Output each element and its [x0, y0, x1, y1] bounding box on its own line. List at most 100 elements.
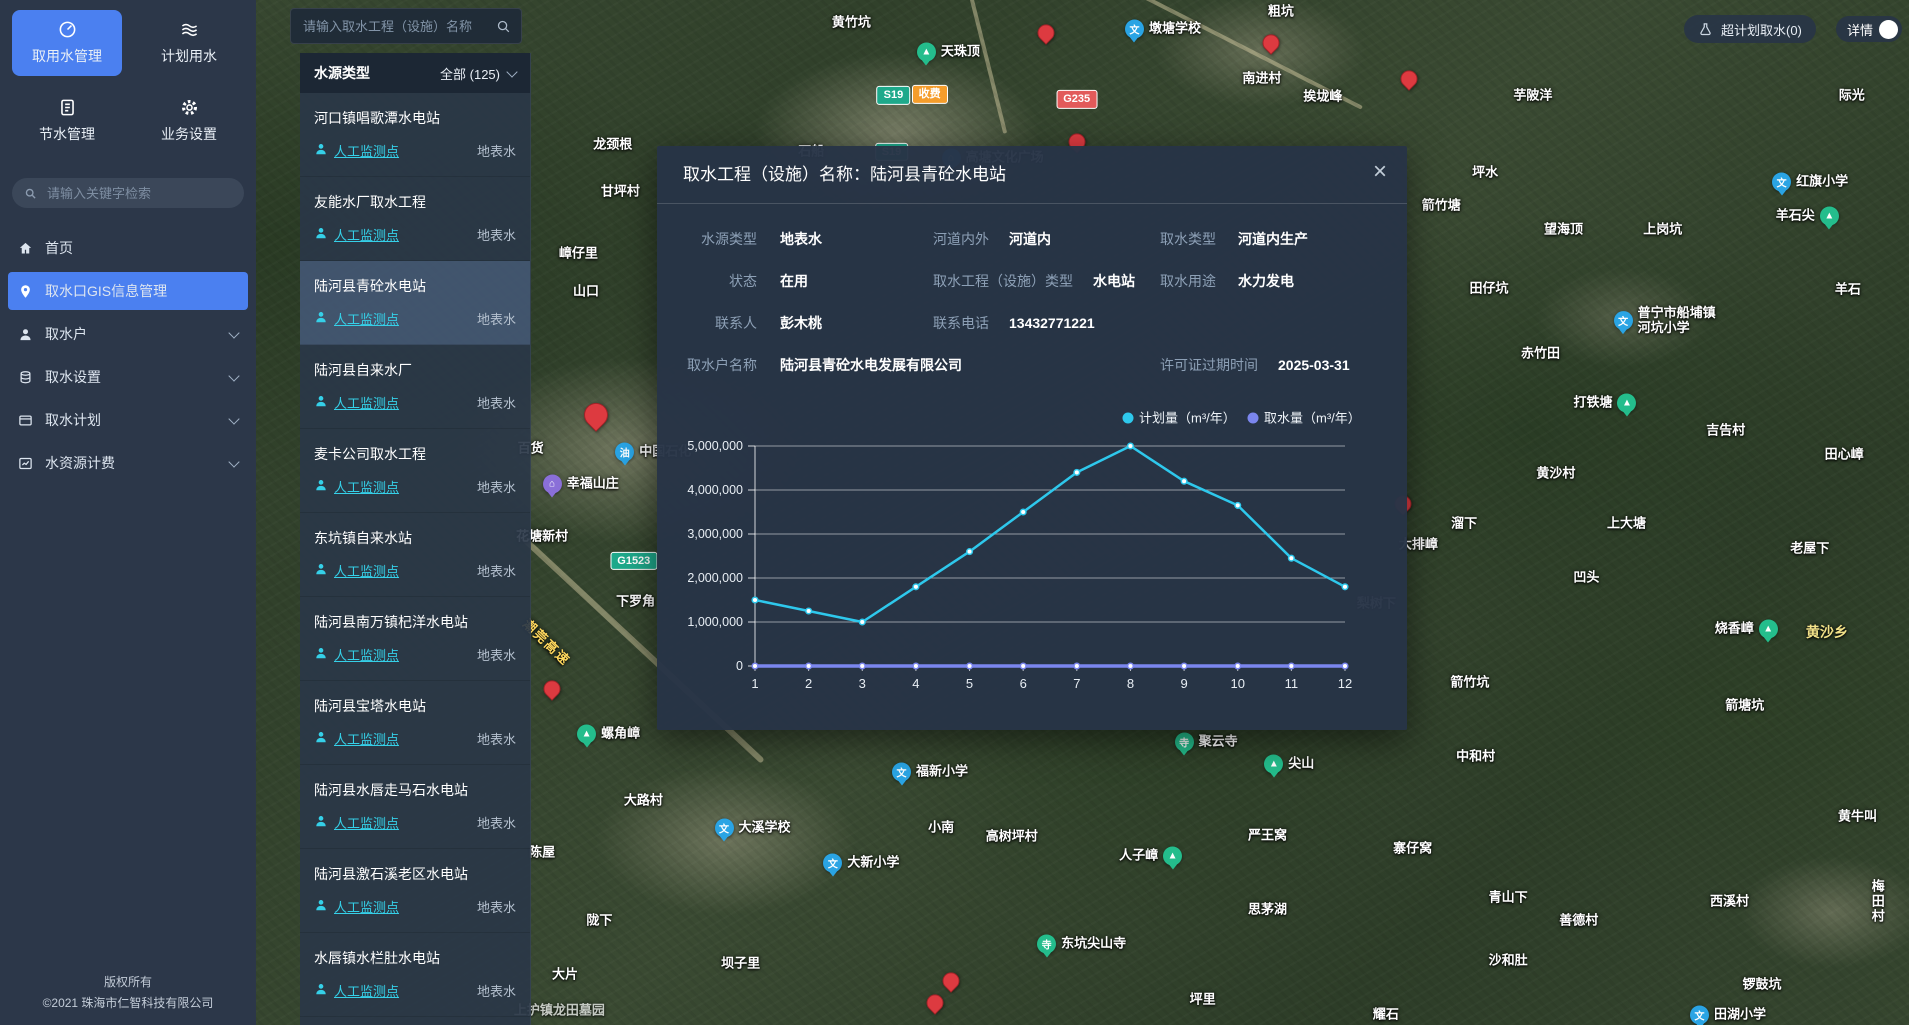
poi-pin-icon[interactable]: 文 [1690, 1005, 1709, 1024]
map-poi[interactable]: 寺东坑尖山寺 [1037, 935, 1126, 954]
close-icon[interactable]: × [1373, 160, 1387, 184]
map-poi[interactable]: 文福新小学 [892, 762, 968, 781]
map-poi[interactable]: ▲尖山 [1264, 754, 1314, 773]
road-line [942, 0, 1006, 134]
map-pin-red[interactable] [923, 990, 947, 1014]
map-label: 沙和肚 [1489, 954, 1528, 969]
poi-pin-icon[interactable]: 文 [715, 819, 734, 838]
field-label: 河道内外 [933, 229, 989, 249]
map-poi[interactable]: 文大新小学 [823, 854, 899, 873]
poi-label: 打铁塘 [1573, 395, 1612, 410]
map-poi[interactable]: 寺聚云寺 [1175, 733, 1238, 752]
map-poi[interactable]: ▲烧香嶂 [1715, 620, 1778, 639]
over-plan-intake-button[interactable]: 超计划取水(0) [1684, 15, 1816, 43]
poi-pin-icon[interactable]: ▲ [1264, 754, 1283, 773]
sidebar-item-water-users[interactable]: 取水户 [8, 315, 248, 353]
map-pin-red[interactable] [1259, 31, 1283, 55]
poi-pin-icon[interactable]: 文 [1614, 311, 1633, 330]
map-poi[interactable]: ▲人子嶂 [1119, 846, 1182, 865]
monitor-type-link[interactable]: 人工监测点 [334, 561, 399, 580]
poi-pin-icon[interactable]: 寺 [1175, 733, 1194, 752]
poi-pin-icon[interactable]: ⌂ [543, 474, 562, 493]
copyright-line2: ©2021 珠海市仁智科技有限公司 [0, 993, 256, 1015]
field-value: 彭木桃 [780, 313, 822, 333]
list-item[interactable]: 河口镇唱歌潭水电站人工监测点地表水 [300, 93, 530, 177]
map-poi[interactable]: 文红旗小学 [1772, 173, 1848, 192]
map-poi[interactable]: ▲螺角嶂 [577, 724, 640, 743]
list-item[interactable]: 陆河县青砼水电站人工监测点地表水 [300, 261, 530, 345]
sidebar-search-input[interactable] [45, 185, 232, 202]
map-pin-red[interactable] [579, 398, 613, 432]
list-item[interactable]: 陆河县宝塔水电站人工监测点地表水 [300, 681, 530, 765]
station-search-input[interactable] [301, 18, 490, 35]
list-item[interactable]: 东坑镇自来水站人工监测点地表水 [300, 513, 530, 597]
list-item[interactable]: 陆河县激石溪老区水电站人工监测点地表水 [300, 849, 530, 933]
poi-label: 聚云寺 [1199, 735, 1238, 750]
poi-pin-icon[interactable]: 文 [823, 854, 842, 873]
monitor-type-link[interactable]: 人工监测点 [334, 813, 399, 832]
monitor-type-link[interactable]: 人工监测点 [334, 645, 399, 664]
poi-pin-icon[interactable]: ▲ [577, 724, 596, 743]
station-name: 陆河县自来水厂 [314, 360, 516, 380]
home-icon [18, 241, 33, 256]
map-pin-red[interactable] [939, 969, 963, 993]
poi-label: 东坑尖山寺 [1061, 937, 1126, 952]
poi-pin-icon[interactable]: ▲ [1820, 207, 1839, 226]
poi-pin-icon[interactable]: ▲ [1163, 846, 1182, 865]
detail-row: 联系人彭木桃联系电话13432771221 [683, 313, 1407, 333]
app-water-intake-management[interactable]: 取用水管理 [12, 10, 122, 76]
poi-pin-icon[interactable]: 文 [1772, 173, 1791, 192]
monitor-type-link[interactable]: 人工监测点 [334, 729, 399, 748]
map-poi[interactable]: ▲天珠顶 [917, 43, 980, 62]
svg-text:0: 0 [736, 659, 743, 673]
map-poi[interactable]: ▲羊石尖 [1776, 207, 1839, 226]
map-label: 下罗角 [616, 594, 655, 609]
detail-toggle[interactable]: 详情 [1836, 16, 1902, 42]
poi-pin-icon[interactable]: ▲ [1759, 620, 1778, 639]
list-item[interactable]: 友能水厂取水工程人工监测点地表水 [300, 177, 530, 261]
monitor-type-link[interactable]: 人工监测点 [334, 225, 399, 244]
map-poi[interactable]: ▲ 打铁塘 [1573, 393, 1636, 412]
sidebar-item-gis-info[interactable]: 取水口GIS信息管理 [8, 272, 248, 310]
sidebar-item-home[interactable]: 首页 [8, 229, 248, 267]
poi-pin-icon[interactable]: 文 [1125, 19, 1144, 38]
app-water-saving-management[interactable]: 节水管理 [12, 88, 122, 154]
sidebar-item-intake-settings[interactable]: 取水设置 [8, 358, 248, 396]
filter-dropdown[interactable]: 全部 (125) [440, 64, 516, 83]
location-pin-icon [18, 284, 33, 299]
monitor-type-link[interactable]: 人工监测点 [334, 393, 399, 412]
sidebar-item-water-billing[interactable]: 水资源计费 [8, 444, 248, 482]
list-item[interactable]: 麦卡公司取水工程人工监测点地表水 [300, 429, 530, 513]
monitor-type-link[interactable]: 人工监测点 [334, 309, 399, 328]
app-planned-water-use[interactable]: 计划用水 [134, 10, 244, 76]
app-business-settings[interactable]: 业务设置 [134, 88, 244, 154]
monitor-type-link[interactable]: 人工监测点 [334, 981, 399, 1000]
map-pin-red[interactable] [1034, 21, 1058, 45]
sidebar-item-intake-plan[interactable]: 取水计划 [8, 401, 248, 439]
map-pin-red[interactable] [1397, 67, 1421, 91]
map-poi[interactable]: 文大溪学校 [715, 819, 791, 838]
map-poi[interactable]: 文普宁市船埔镇 河坑小学 [1614, 306, 1716, 336]
list-item[interactable]: 陆河县水唇走马石水电站人工监测点地表水 [300, 765, 530, 849]
toggle-knob[interactable] [1879, 20, 1898, 39]
detail-fields: 水源类型地表水河道内外河道内取水类型河道内生产状态在用取水工程（设施）类型水电站… [657, 204, 1407, 375]
water-source-type: 地表水 [477, 729, 516, 748]
poi-pin-icon[interactable]: 油 [615, 443, 634, 462]
list-item[interactable]: 陆河县南万镇杞洋水电站人工监测点地表水 [300, 597, 530, 681]
list-item[interactable]: 水唇镇水栏肚水电站人工监测点地表水 [300, 933, 530, 1017]
list-item[interactable]: 陆河县自来水厂人工监测点地表水 [300, 345, 530, 429]
map-label: 黄牛叫 [1838, 809, 1877, 824]
poi-pin-icon[interactable]: ▲ [917, 43, 936, 62]
map-poi[interactable]: ⌂幸福山庄 [543, 474, 619, 493]
monitor-type-link[interactable]: 人工监测点 [334, 477, 399, 496]
search-icon[interactable] [496, 19, 511, 34]
svg-text:8: 8 [1127, 676, 1134, 691]
map-pin-red[interactable] [540, 677, 564, 701]
poi-pin-icon[interactable]: 寺 [1037, 935, 1056, 954]
monitor-type-link[interactable]: 人工监测点 [334, 897, 399, 916]
poi-pin-icon[interactable]: ▲ [1617, 393, 1636, 412]
map-poi[interactable]: 文田湖小学 [1690, 1005, 1766, 1024]
monitor-type-link[interactable]: 人工监测点 [334, 141, 399, 160]
map-poi[interactable]: 文墩塘学校 [1125, 19, 1201, 38]
poi-pin-icon[interactable]: 文 [892, 762, 911, 781]
